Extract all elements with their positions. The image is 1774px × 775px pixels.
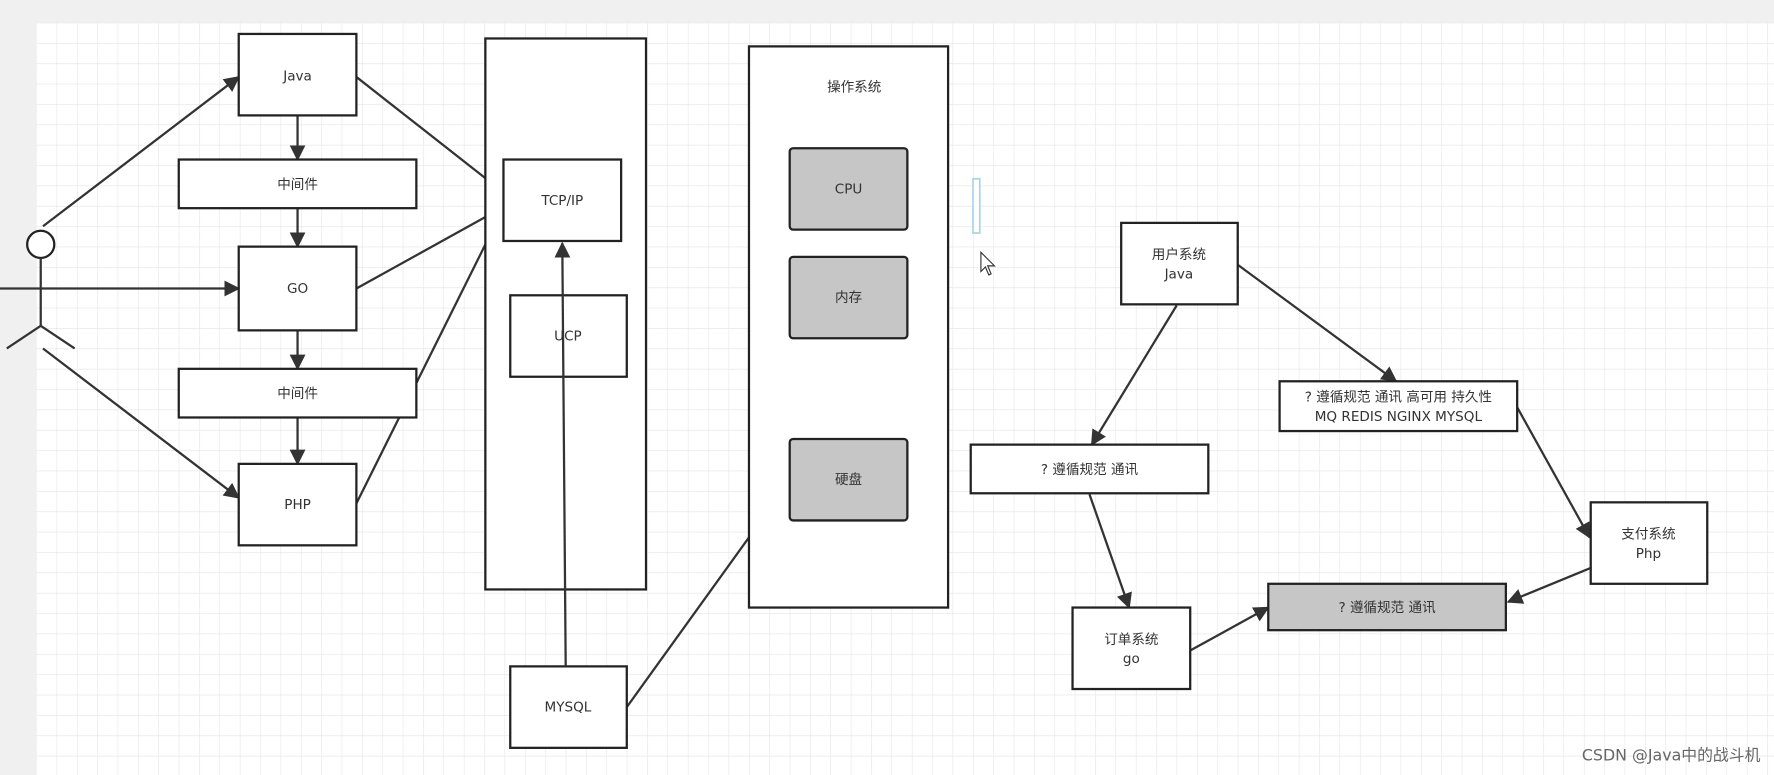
node-php[interactable]: PHP	[237, 462, 358, 547]
node-label: 内存	[835, 290, 862, 306]
node-java[interactable]: Java	[237, 32, 358, 117]
node-label: go	[1123, 651, 1140, 667]
node-label: 订单系统	[1104, 632, 1158, 648]
node-label: Java	[1164, 266, 1194, 282]
os-title: 操作系统	[827, 80, 881, 96]
node-label: 支付系统	[1621, 527, 1675, 543]
node-middleware-box[interactable]: ? 遵循规范 通讯 高可用 持久性 MQ REDIS NGINX MYSQL	[1278, 380, 1519, 433]
node-protocol[interactable]: ? 遵循规范 通讯	[969, 443, 1210, 495]
node-label: CPU	[835, 181, 863, 197]
node-label: MQ REDIS NGINX MYSQL	[1315, 409, 1483, 425]
node-tcpip[interactable]: TCP/IP	[502, 158, 623, 243]
node-memory[interactable]: 内存	[788, 255, 909, 340]
node-label: MYSQL	[545, 700, 592, 716]
diagram-canvas: Java 中间件 GO 中间件 PHP TCP/IP UCP MYSQL 操作系…	[0, 0, 1774, 775]
node-user-system[interactable]: 用户系统 Java	[1120, 221, 1239, 306]
node-ucp[interactable]: UCP	[509, 294, 628, 378]
text-caret	[972, 177, 981, 234]
node-label: Php	[1636, 546, 1661, 562]
node-order-system[interactable]: 订单系统 go	[1071, 606, 1192, 691]
diagram-svg: Java 中间件 GO 中间件 PHP TCP/IP UCP MYSQL 操作系…	[0, 0, 1774, 775]
node-protocol-gray[interactable]: ? 遵循规范 通讯	[1267, 582, 1507, 632]
node-disk[interactable]: 硬盘	[788, 437, 909, 522]
node-label: UCP	[554, 329, 582, 345]
node-label: 用户系统	[1152, 246, 1206, 263]
node-middleware-2[interactable]: 中间件	[177, 367, 418, 419]
node-label: 硬盘	[835, 471, 862, 488]
node-cpu[interactable]: CPU	[788, 147, 909, 231]
node-label: 中间件	[277, 386, 318, 402]
node-label: PHP	[284, 497, 311, 513]
watermark: CSDN @Java中的战斗机	[1582, 745, 1761, 764]
node-go[interactable]: GO	[237, 245, 358, 332]
node-label: 中间件	[277, 177, 318, 193]
node-pay-system[interactable]: 支付系统 Php	[1589, 501, 1709, 585]
node-mysql[interactable]: MYSQL	[509, 665, 628, 749]
node-label: Java	[282, 68, 312, 84]
node-middleware-1[interactable]: 中间件	[177, 158, 418, 210]
node-label: TCP/IP	[540, 193, 583, 209]
node-label: ? 遵循规范 通讯	[1338, 599, 1436, 616]
node-label: ? 遵循规范 通讯 高可用 持久性	[1305, 389, 1492, 406]
node-label: GO	[287, 281, 308, 297]
node-label: ? 遵循规范 通讯	[1041, 461, 1139, 478]
